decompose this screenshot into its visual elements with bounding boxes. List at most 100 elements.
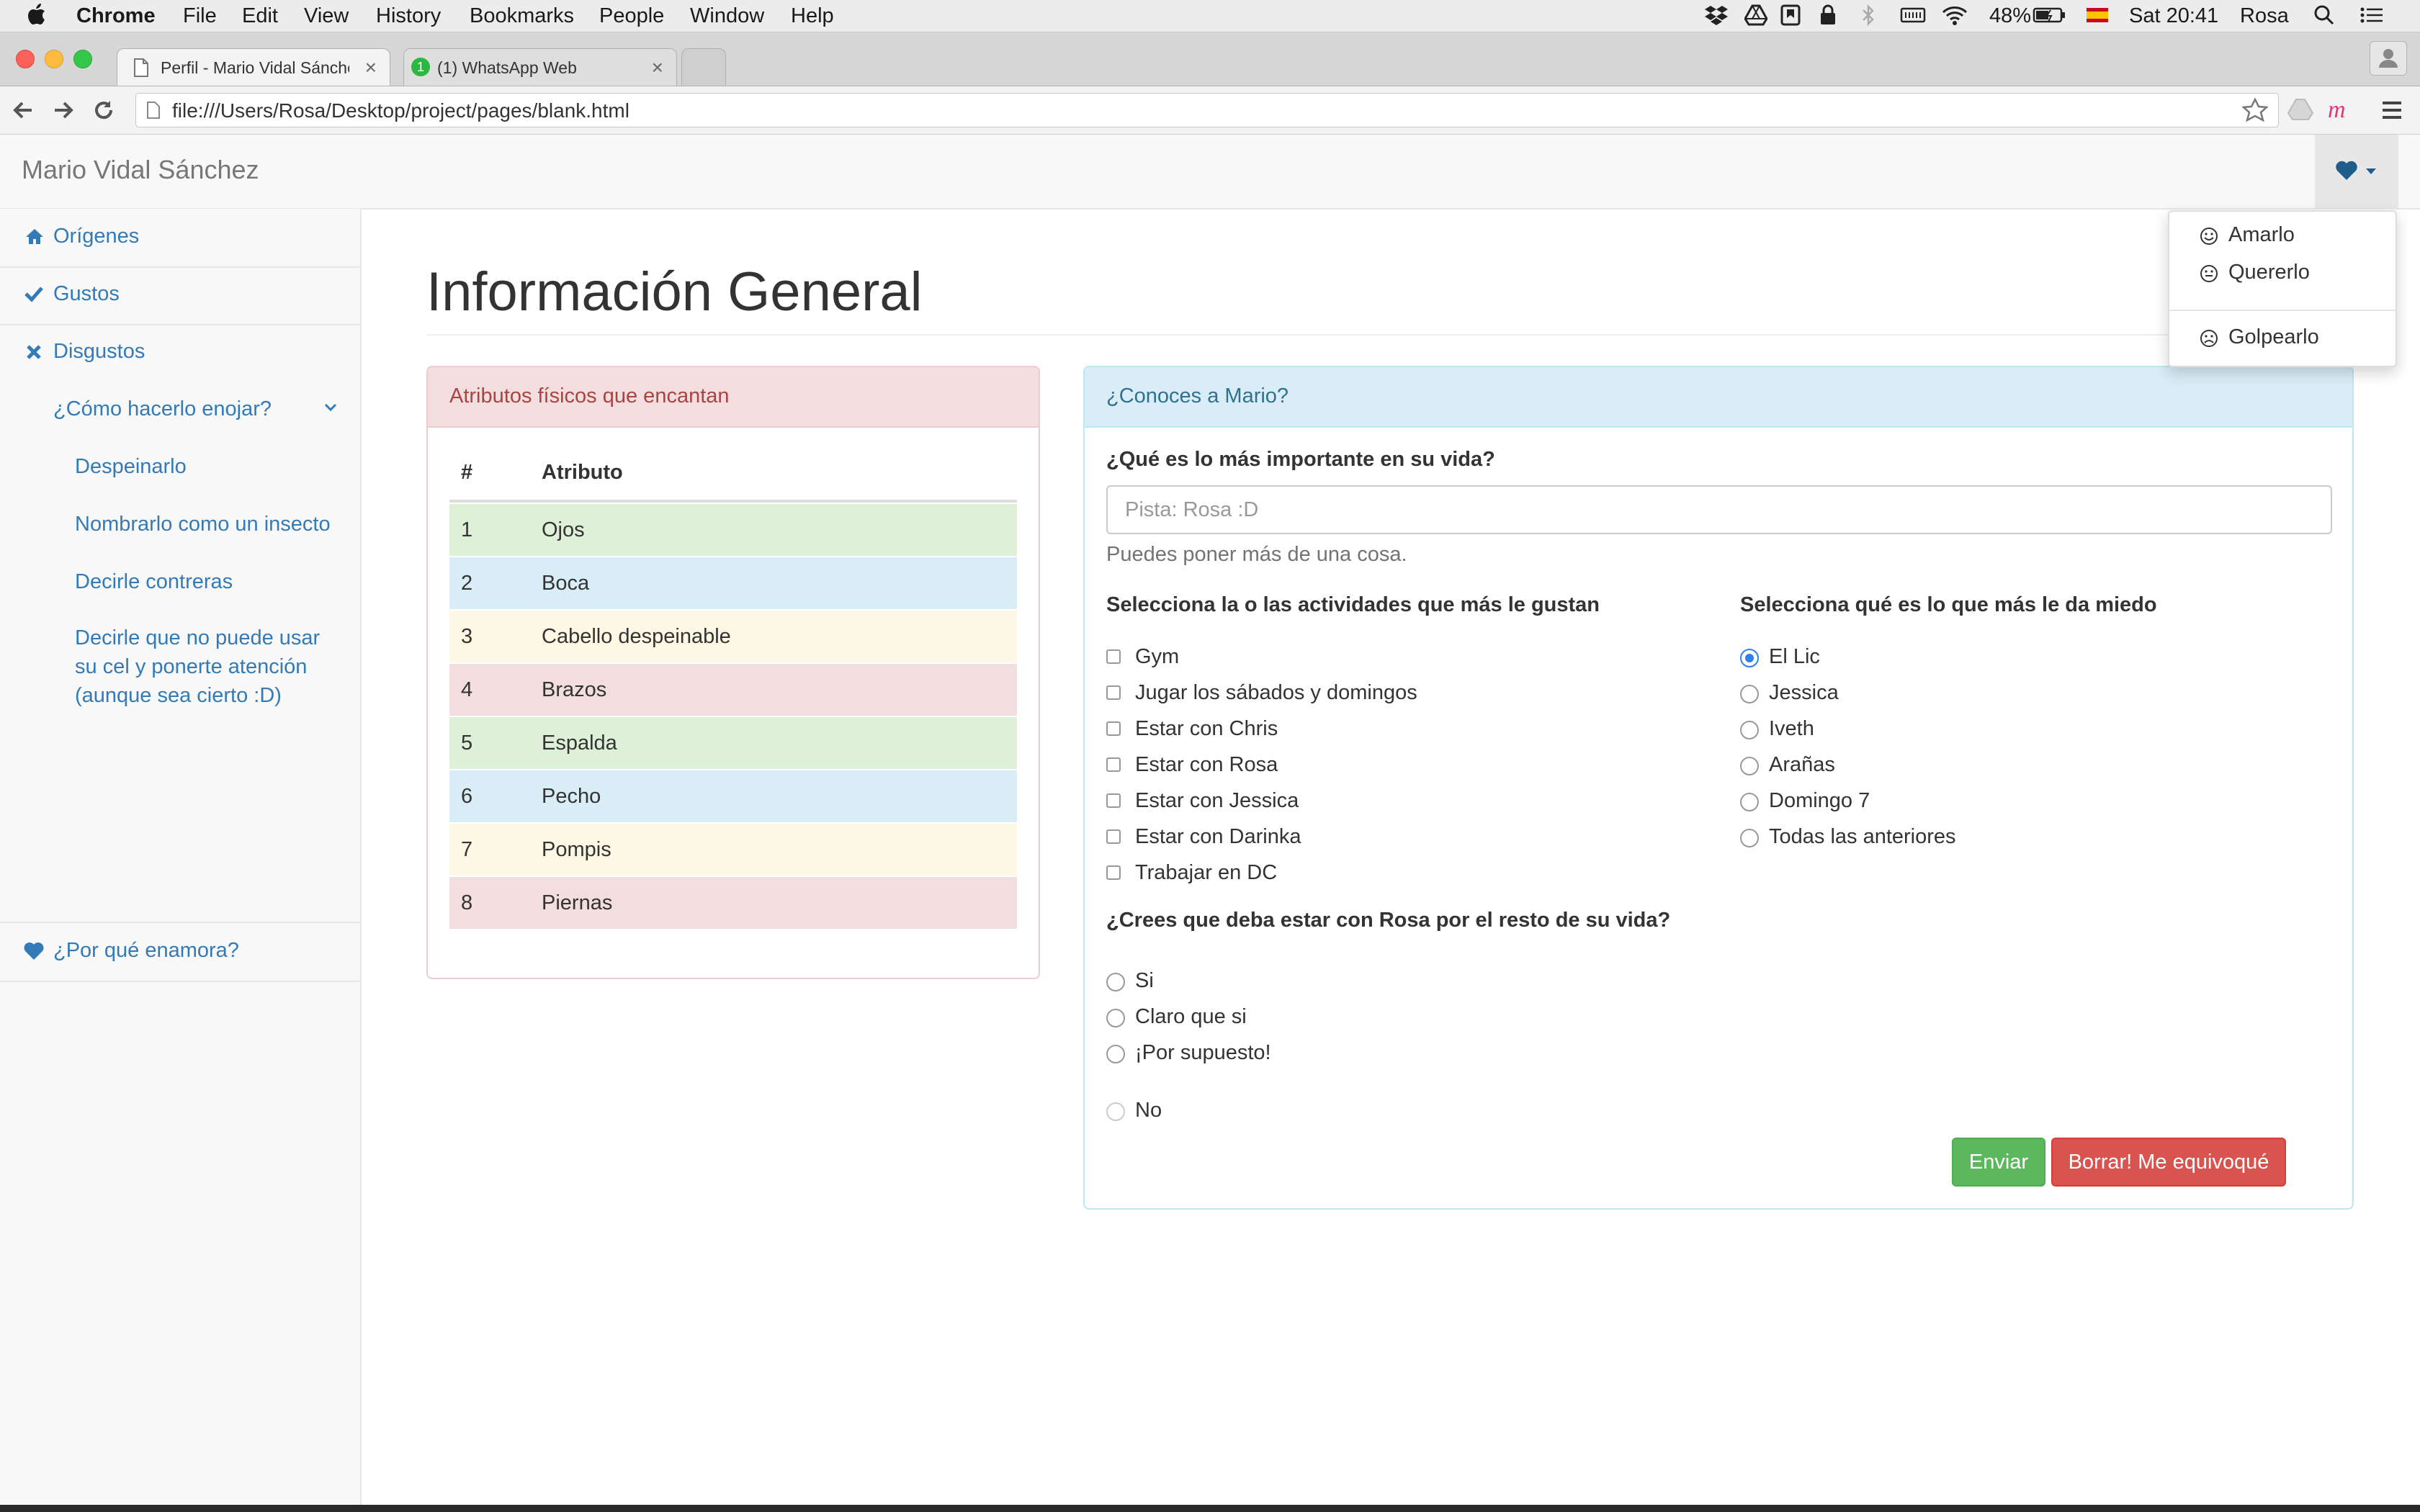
table-row: 2 Boca xyxy=(449,556,1017,609)
table-row: 8 Piernas xyxy=(449,876,1017,929)
reload-icon[interactable] xyxy=(92,99,115,122)
user-name[interactable]: Rosa xyxy=(2240,3,2289,29)
row-number: 6 xyxy=(461,785,473,808)
heart-icon xyxy=(23,942,45,960)
dropdown-item-golpearlo[interactable]: Golpearlo xyxy=(2169,321,2396,354)
submit-button[interactable]: Enviar xyxy=(1952,1138,2045,1187)
radio-button-disabled xyxy=(1106,1102,1125,1121)
profile-avatar-icon[interactable] xyxy=(2370,41,2407,76)
radio-button[interactable] xyxy=(1740,685,1759,703)
menu-history[interactable]: History xyxy=(376,3,441,29)
menu-file[interactable]: File xyxy=(183,3,217,29)
browser-toolbar: file:///Users/Rosa/Desktop/project/pages… xyxy=(0,86,2420,135)
submenu-item-despeinarlo[interactable]: Despeinarlo xyxy=(75,452,187,481)
menu-app-name[interactable]: Chrome xyxy=(76,3,156,29)
importance-input[interactable] xyxy=(1106,485,2332,534)
checkbox[interactable] xyxy=(1106,757,1121,772)
checkbox[interactable] xyxy=(1106,793,1121,808)
battery-percent: 48% xyxy=(1989,4,2032,27)
forward-arrow-icon[interactable] xyxy=(52,99,75,122)
top-navbar: Mario Vidal Sánchez xyxy=(0,135,2420,210)
close-window-button[interactable] xyxy=(16,50,35,68)
dropbox-icon[interactable] xyxy=(1704,4,1729,26)
checkbox[interactable] xyxy=(1106,829,1121,844)
menu-bookmarks[interactable]: Bookmarks xyxy=(470,3,574,29)
row-number: 5 xyxy=(461,732,473,755)
radio-button[interactable] xyxy=(1740,721,1759,739)
bookmark-star-icon[interactable] xyxy=(2242,98,2268,122)
bluetooth-icon[interactable] xyxy=(1861,4,1876,26)
close-tab-icon[interactable]: × xyxy=(652,56,663,79)
sidebar-item-origenes[interactable]: Orígenes xyxy=(0,209,360,268)
submenu-item-insecto[interactable]: Nombrarlo como un insecto xyxy=(75,510,331,539)
submenu-item-cel[interactable]: Decirle que no puede usar su cel y poner… xyxy=(75,624,320,710)
checkbox-label: Trabajar en DC xyxy=(1135,861,1278,884)
question-label: Selecciona la o las actividades que más … xyxy=(1106,593,1600,616)
address-bar[interactable]: file:///Users/Rosa/Desktop/project/pages… xyxy=(135,93,2279,127)
close-tab-icon[interactable]: × xyxy=(365,56,377,79)
url-text: file:///Users/Rosa/Desktop/project/pages… xyxy=(172,99,629,122)
heart-dropdown-toggle[interactable] xyxy=(2315,135,2398,208)
submenu-item-contreras[interactable]: Decirle contreras xyxy=(75,567,233,596)
page-icon xyxy=(146,101,161,120)
panel-heading: ¿Conoces a Mario? xyxy=(1085,367,2352,428)
row-attribute: Boca xyxy=(542,572,590,595)
dropdown-item-quererlo[interactable]: Quererlo xyxy=(2169,256,2396,289)
radio-label: Arañas xyxy=(1769,753,1835,776)
checkbox[interactable] xyxy=(1106,721,1121,736)
dropdown-label: Golpearlo xyxy=(2228,325,2319,348)
sidebar-item-label: ¿Por qué enamora? xyxy=(53,939,239,962)
new-tab-button[interactable] xyxy=(681,48,726,86)
checkbox[interactable] xyxy=(1106,865,1121,880)
neutral-face-icon xyxy=(2200,264,2218,283)
radio-button[interactable] xyxy=(1740,829,1759,847)
sidebar-item-por-que-enamora[interactable]: ¿Por qué enamora? xyxy=(0,923,360,982)
radio-button[interactable] xyxy=(1106,1045,1125,1063)
radio-button[interactable] xyxy=(1740,793,1759,811)
table-row: 7 Pompis xyxy=(449,822,1017,876)
lock-icon[interactable] xyxy=(1819,4,1837,26)
submenu-como-enojar[interactable]: ¿Cómo hacerlo enojar? xyxy=(53,395,272,423)
battery-icon[interactable] xyxy=(2033,4,2067,26)
table-row: 6 Pecho xyxy=(449,769,1017,822)
menu-view[interactable]: View xyxy=(304,3,349,29)
radio-button-selected[interactable] xyxy=(1740,649,1759,667)
keyboard-icon[interactable] xyxy=(1900,4,1926,26)
tab-perfil[interactable]: Perfil - Mario Vidal Sánchez × xyxy=(117,48,390,86)
menu-edit[interactable]: Edit xyxy=(242,3,278,29)
zoom-window-button[interactable] xyxy=(73,50,92,68)
checkbox[interactable] xyxy=(1106,685,1121,700)
apple-logo-icon[interactable] xyxy=(27,4,46,25)
bookmark-app-icon[interactable] xyxy=(1780,4,1801,26)
window-bottom-edge xyxy=(0,1505,2420,1512)
sidebar-item-gustos[interactable]: Gustos xyxy=(0,268,360,325)
minimize-window-button[interactable] xyxy=(45,50,63,68)
reset-button[interactable]: Borrar! Me equivoqué xyxy=(2051,1138,2286,1187)
dropdown-item-amarlo[interactable]: Amarlo xyxy=(2169,219,2396,252)
spain-flag-icon[interactable] xyxy=(2086,4,2109,26)
menu-people[interactable]: People xyxy=(599,3,664,29)
row-number: 7 xyxy=(461,838,473,861)
tab-whatsapp[interactable]: 1 (1) WhatsApp Web × xyxy=(403,48,677,86)
drive-extension-icon[interactable] xyxy=(2287,97,2313,122)
chevron-down-icon[interactable] xyxy=(324,403,337,412)
wifi-icon[interactable] xyxy=(1942,4,1968,26)
menu-window[interactable]: Window xyxy=(690,3,764,29)
google-drive-icon[interactable] xyxy=(1744,4,1767,26)
radio-button[interactable] xyxy=(1106,973,1125,991)
radio-label: No xyxy=(1135,1099,1162,1122)
spotlight-search-icon[interactable] xyxy=(2313,4,2335,26)
radio-button[interactable] xyxy=(1106,1009,1125,1027)
clock[interactable]: Sat 20:41 xyxy=(2129,3,2218,29)
checkbox[interactable] xyxy=(1106,649,1121,664)
notification-center-icon[interactable] xyxy=(2360,4,2384,26)
back-arrow-icon[interactable] xyxy=(12,99,35,122)
navbar-brand[interactable]: Mario Vidal Sánchez xyxy=(22,155,259,185)
chrome-menu-icon[interactable] xyxy=(2381,99,2403,121)
menu-help[interactable]: Help xyxy=(791,3,834,29)
mixmax-extension-icon[interactable]: m xyxy=(2328,96,2346,124)
radio-label: El Lic xyxy=(1769,645,1820,668)
tab-title: (1) WhatsApp Web xyxy=(437,58,577,77)
radio-button[interactable] xyxy=(1740,757,1759,775)
sidebar-item-disgustos[interactable]: Disgustos ¿Cómo hacerlo enojar? Despeina… xyxy=(0,325,360,923)
